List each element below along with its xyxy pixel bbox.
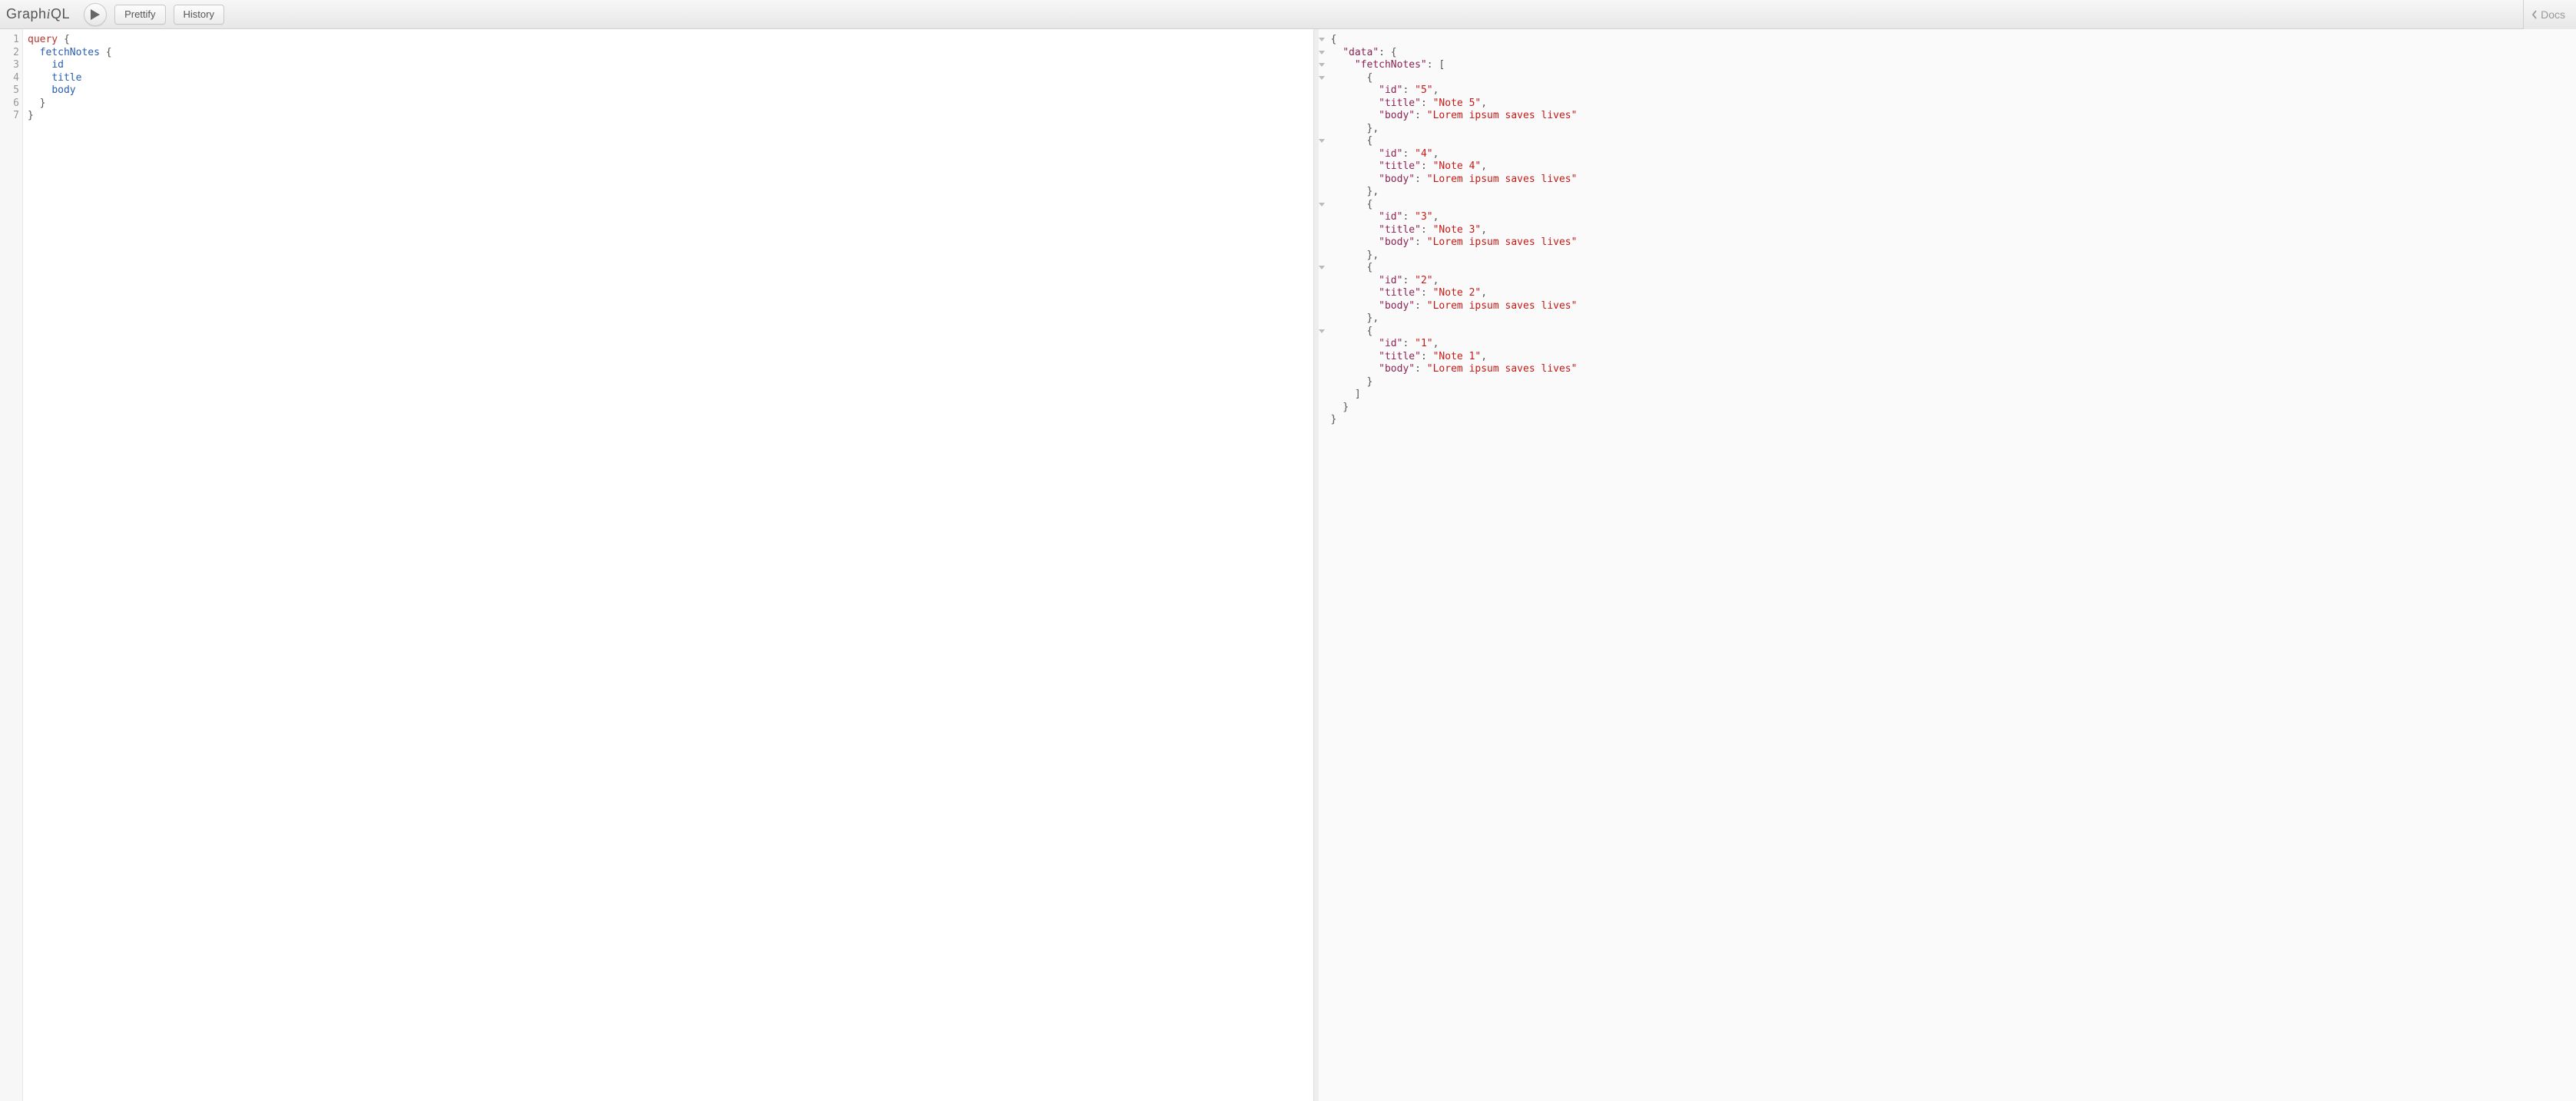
line-number-gutter: 1 2 3 4 5 6 7	[0, 29, 23, 1101]
fold-caret-icon[interactable]	[1319, 326, 1328, 339]
line-number: 3	[0, 59, 22, 72]
docs-label: Docs	[2541, 8, 2565, 21]
fold-caret-icon[interactable]	[1319, 262, 1328, 275]
prettify-button[interactable]: Prettify	[114, 5, 165, 25]
query-editor[interactable]: query { fetchNotes { id title body } }	[23, 29, 1313, 1101]
fold-caret-icon[interactable]	[1319, 47, 1328, 60]
chevron-left-icon	[2531, 10, 2538, 19]
line-number: 6	[0, 98, 22, 111]
result-fold-gutter	[1319, 29, 1328, 1101]
fold-caret-icon[interactable]	[1319, 135, 1328, 148]
line-number: 7	[0, 110, 22, 123]
result-viewer[interactable]: { "data": { "fetchNotes": [ { "id": "5",…	[1328, 29, 2576, 1101]
logo-text-post: QL	[51, 6, 70, 21]
fold-caret-icon[interactable]	[1319, 72, 1328, 85]
topbar: GraphiQL Prettify History Docs	[0, 0, 2576, 29]
line-number: 2	[0, 47, 22, 60]
fold-caret-icon[interactable]	[1319, 59, 1328, 72]
result-pane: { "data": { "fetchNotes": [ { "id": "5",…	[1314, 29, 2576, 1101]
app-logo: GraphiQL	[6, 6, 70, 22]
execute-button[interactable]	[84, 3, 107, 26]
logo-text-pre: Graph	[6, 6, 47, 21]
fold-caret-icon[interactable]	[1319, 34, 1328, 47]
main-area: 1 2 3 4 5 6 7 query { fetchNotes { id ti…	[0, 29, 2576, 1101]
query-editor-pane: 1 2 3 4 5 6 7 query { fetchNotes { id ti…	[0, 29, 1314, 1101]
line-number: 4	[0, 72, 22, 85]
line-number: 5	[0, 84, 22, 98]
play-icon	[91, 9, 100, 20]
docs-toggle-button[interactable]: Docs	[2523, 0, 2576, 29]
line-number: 1	[0, 34, 22, 47]
fold-caret-icon[interactable]	[1319, 199, 1328, 212]
history-button[interactable]: History	[174, 5, 224, 25]
